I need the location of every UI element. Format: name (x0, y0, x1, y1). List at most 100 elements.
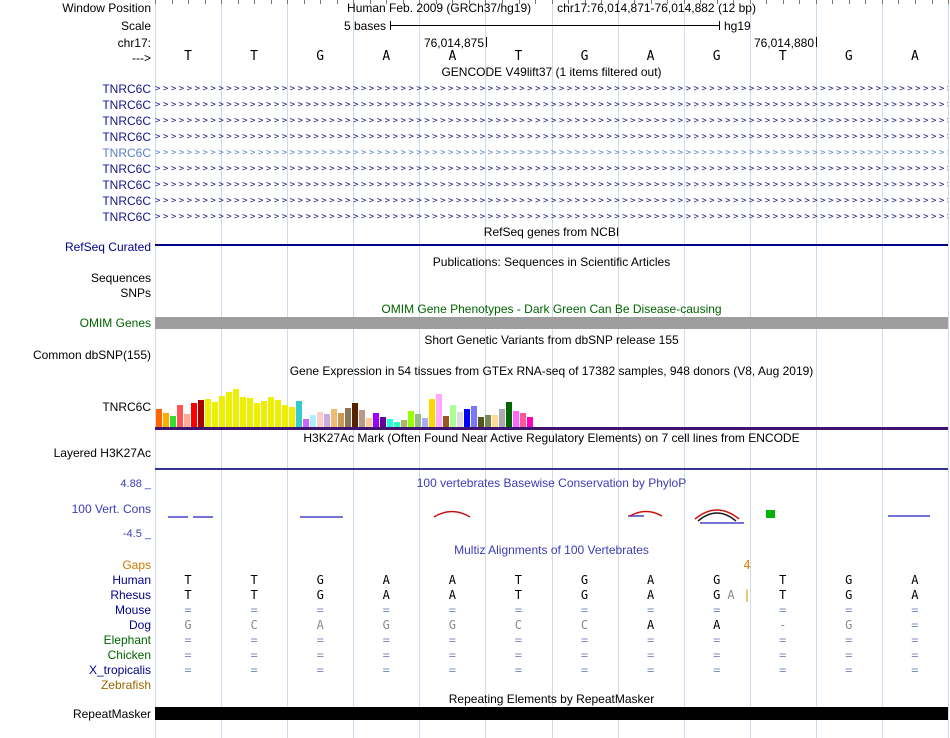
track-label-common-dbsnp[interactable]: Common dbSNP(155) (0, 348, 151, 362)
gtex-tissue-bar[interactable] (380, 417, 386, 427)
gencode-transcript-arrows[interactable]: >>>>>>>>>>>>>>>>>>>>>>>>>>>>>>>>>>>>>>>>… (155, 147, 948, 159)
gtex-tissue-bar[interactable] (331, 409, 337, 427)
gtex-tissue-bar[interactable] (366, 418, 372, 427)
gencode-transcript-label[interactable]: TNRC6C (0, 146, 151, 160)
gtex-tissue-bar[interactable] (345, 408, 351, 427)
gtex-tissue-bar[interactable] (296, 401, 302, 427)
gencode-transcript-arrows[interactable]: >>>>>>>>>>>>>>>>>>>>>>>>>>>>>>>>>>>>>>>>… (155, 211, 948, 223)
gtex-tissue-bar[interactable] (275, 400, 281, 427)
gtex-tissue-bar[interactable] (303, 419, 309, 427)
track-label-repeatmasker[interactable]: RepeatMasker (0, 707, 151, 721)
species-label-gaps[interactable]: Gaps (0, 558, 151, 572)
gencode-transcript-arrows[interactable]: >>>>>>>>>>>>>>>>>>>>>>>>>>>>>>>>>>>>>>>>… (155, 131, 948, 143)
gtex-tissue-bar[interactable] (282, 405, 288, 427)
gtex-tissue-bar[interactable] (170, 416, 176, 427)
gtex-tissue-bar[interactable] (373, 413, 379, 427)
gtex-tissue-bar[interactable] (520, 413, 526, 427)
gtex-tissue-bar[interactable] (233, 389, 239, 427)
gtex-tissue-bar[interactable] (177, 405, 183, 427)
gtex-tissue-bar[interactable] (513, 411, 519, 427)
gencode-track-header[interactable]: GENCODE V49lift37 (1 items filtered out) (155, 66, 948, 79)
species-label-elephant[interactable]: Elephant (0, 633, 151, 647)
repeatmasker-track-header[interactable]: Repeating Elements by RepeatMasker (155, 693, 948, 706)
gtex-tissue-bar[interactable] (359, 410, 365, 427)
gencode-transcript-label[interactable]: TNRC6C (0, 114, 151, 128)
gtex-tissue-bar[interactable] (310, 415, 316, 427)
gtex-tissue-bar[interactable] (464, 409, 470, 427)
gtex-tissue-bar[interactable] (429, 399, 435, 427)
repeatmasker-bar[interactable] (155, 707, 948, 720)
refseq-track-header[interactable]: RefSeq genes from NCBI (155, 226, 948, 239)
gtex-tissue-bar[interactable] (422, 418, 428, 427)
gtex-expression-barchart[interactable] (155, 385, 535, 427)
gtex-tissue-bar[interactable] (478, 417, 484, 427)
gtex-tissue-bar[interactable] (527, 417, 533, 427)
species-label-zebrafish[interactable]: Zebrafish (0, 678, 151, 692)
dbsnp-track-header[interactable]: Short Genetic Variants from dbSNP releas… (155, 334, 948, 347)
gtex-tissue-bar[interactable] (506, 402, 512, 427)
gtex-tissue-bar[interactable] (471, 406, 477, 427)
track-label-gtex-gene[interactable]: TNRC6C (0, 400, 151, 414)
gtex-tissue-bar[interactable] (226, 392, 232, 427)
gtex-tissue-bar[interactable] (261, 401, 267, 427)
gencode-transcript-label[interactable]: TNRC6C (0, 210, 151, 224)
gencode-transcript-arrows[interactable]: >>>>>>>>>>>>>>>>>>>>>>>>>>>>>>>>>>>>>>>>… (155, 195, 948, 207)
track-label-omim-genes[interactable]: OMIM Genes (0, 316, 151, 330)
gencode-transcript-arrows[interactable]: >>>>>>>>>>>>>>>>>>>>>>>>>>>>>>>>>>>>>>>>… (155, 179, 948, 191)
gencode-transcript-label[interactable]: TNRC6C (0, 162, 151, 176)
track-label-refseq-curated[interactable]: RefSeq Curated (0, 240, 151, 254)
gencode-transcript-arrows[interactable]: >>>>>>>>>>>>>>>>>>>>>>>>>>>>>>>>>>>>>>>>… (155, 115, 948, 127)
gtex-tissue-bar[interactable] (338, 413, 344, 427)
gtex-tissue-bar[interactable] (198, 400, 204, 427)
track-label-snps[interactable]: SNPs (0, 286, 151, 300)
gtex-tissue-bar[interactable] (268, 397, 274, 427)
omim-track-header[interactable]: OMIM Gene Phenotypes - Dark Green Can Be… (155, 303, 948, 316)
gencode-transcript-label[interactable]: TNRC6C (0, 82, 151, 96)
gtex-tissue-bar[interactable] (184, 414, 190, 427)
species-label-dog[interactable]: Dog (0, 618, 151, 632)
gtex-tissue-bar[interactable] (387, 419, 393, 427)
gtex-tissue-bar[interactable] (485, 415, 491, 427)
multiz-track-header[interactable]: Multiz Alignments of 100 Vertebrates (155, 544, 948, 557)
gtex-tissue-bar[interactable] (492, 415, 498, 427)
species-label-chicken[interactable]: Chicken (0, 648, 151, 662)
gtex-tissue-bar[interactable] (450, 405, 456, 427)
gencode-transcript-arrows[interactable]: >>>>>>>>>>>>>>>>>>>>>>>>>>>>>>>>>>>>>>>>… (155, 163, 948, 175)
gtex-tissue-bar[interactable] (247, 398, 253, 427)
species-label-x_tropicalis[interactable]: X_tropicalis (0, 663, 151, 677)
gtex-tissue-bar[interactable] (415, 414, 421, 427)
refseq-curated-item[interactable] (155, 244, 948, 246)
omim-genes-bar[interactable] (155, 317, 948, 329)
gtex-tissue-bar[interactable] (163, 413, 169, 427)
gtex-track-header[interactable]: Gene Expression in 54 tissues from GTEx … (155, 365, 948, 378)
gencode-transcript-arrows[interactable]: >>>>>>>>>>>>>>>>>>>>>>>>>>>>>>>>>>>>>>>>… (155, 83, 948, 95)
gtex-tissue-bar[interactable] (254, 403, 260, 427)
track-label-layered-h3k27ac[interactable]: Layered H3K27Ac (0, 446, 151, 460)
h3k27ac-track-header[interactable]: H3K27Ac Mark (Often Found Near Active Re… (155, 432, 948, 445)
gtex-tissue-bar[interactable] (324, 414, 330, 427)
gtex-tissue-bar[interactable] (219, 396, 225, 427)
track-label-100-vert-cons[interactable]: 100 Vert. Cons (0, 502, 151, 516)
gtex-tissue-bar[interactable] (240, 397, 246, 427)
gencode-transcript-label[interactable]: TNRC6C (0, 178, 151, 192)
gtex-tissue-bar[interactable] (499, 409, 505, 427)
species-label-rhesus[interactable]: Rhesus (0, 588, 151, 602)
gencode-transcript-arrows[interactable]: >>>>>>>>>>>>>>>>>>>>>>>>>>>>>>>>>>>>>>>>… (155, 99, 948, 111)
phylop-track-header[interactable]: 100 vertebrates Basewise Conservation by… (155, 477, 948, 490)
gtex-tissue-bar[interactable] (212, 402, 218, 427)
gencode-transcript-label[interactable]: TNRC6C (0, 194, 151, 208)
track-label-sequences[interactable]: Sequences (0, 271, 151, 285)
gtex-tissue-bar[interactable] (436, 394, 442, 427)
gtex-tissue-bar[interactable] (352, 403, 358, 427)
gtex-tissue-bar[interactable] (205, 399, 211, 427)
gtex-tissue-bar[interactable] (408, 411, 414, 427)
species-label-mouse[interactable]: Mouse (0, 603, 151, 617)
species-label-human[interactable]: Human (0, 573, 151, 587)
gtex-tissue-bar[interactable] (289, 407, 295, 427)
gencode-transcript-label[interactable]: TNRC6C (0, 98, 151, 112)
gtex-tissue-bar[interactable] (156, 409, 162, 427)
gtex-tissue-bar[interactable] (401, 420, 407, 427)
gtex-tissue-bar[interactable] (191, 403, 197, 427)
gencode-transcript-label[interactable]: TNRC6C (0, 130, 151, 144)
gtex-tissue-bar[interactable] (443, 416, 449, 427)
